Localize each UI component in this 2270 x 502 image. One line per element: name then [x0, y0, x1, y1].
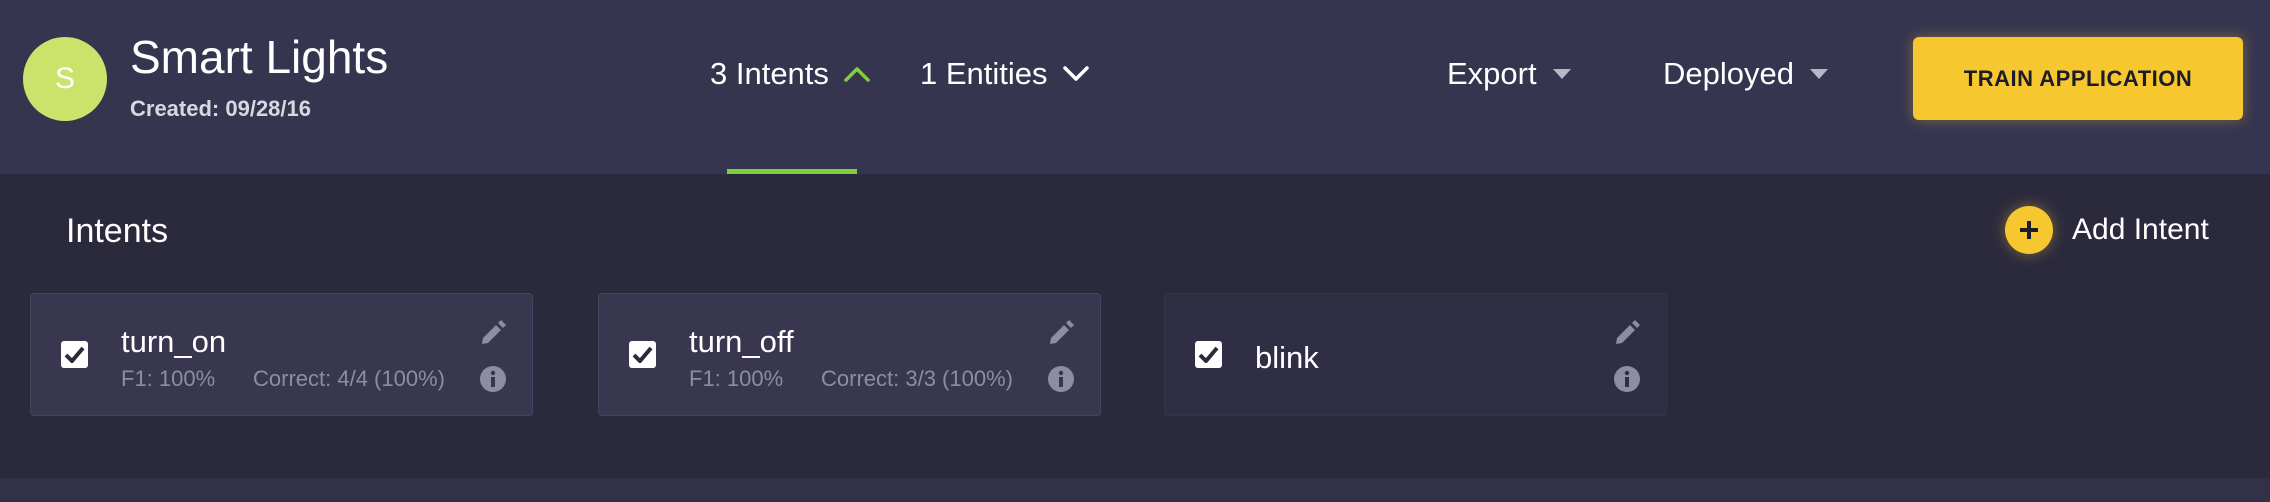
plus-icon: [2005, 206, 2053, 254]
section-title: Intents: [66, 212, 169, 250]
intent-card[interactable]: turn_on F1: 100% Correct: 4/4 (100%): [30, 293, 533, 416]
intent-name: blink: [1255, 340, 1319, 375]
intent-name: turn_on: [121, 324, 227, 359]
tab-entities[interactable]: 1 Entities: [920, 56, 1090, 92]
add-intent-label: Add Intent: [2072, 213, 2209, 246]
caret-down-icon: [1809, 69, 1828, 79]
bottom-divider: [0, 478, 2270, 502]
add-intent-button[interactable]: Add Intent: [2005, 206, 2209, 254]
info-icon[interactable]: [1613, 365, 1641, 393]
created-date: Created: 09/28/16: [130, 96, 311, 121]
app-header: S Smart Lights Created: 09/28/16 3 Inten…: [0, 0, 2270, 174]
intent-f1-score: F1: 100%: [121, 366, 216, 391]
tab-entities-label: 1 Entities: [920, 56, 1048, 91]
info-icon[interactable]: [479, 365, 507, 393]
intent-correct-count: Correct: 4/4 (100%): [253, 366, 445, 391]
intent-checkbox[interactable]: [61, 341, 88, 368]
tab-intents[interactable]: 3 Intents: [710, 56, 871, 92]
app-title: Smart Lights: [130, 31, 389, 83]
export-label: Export: [1447, 56, 1537, 91]
chevron-up-icon: [843, 65, 871, 83]
intent-card[interactable]: blink: [1164, 293, 1667, 416]
active-tab-indicator: [727, 169, 857, 174]
deployed-menu[interactable]: Deployed: [1663, 56, 1828, 92]
chevron-down-icon: [1062, 65, 1090, 83]
intent-name: turn_off: [689, 324, 794, 359]
info-icon[interactable]: [1047, 365, 1075, 393]
intent-checkbox[interactable]: [629, 341, 656, 368]
avatar: S: [23, 37, 107, 121]
intent-f1-score: F1: 100%: [689, 366, 784, 391]
intent-checkbox[interactable]: [1195, 341, 1222, 368]
caret-down-icon: [1552, 69, 1571, 79]
pencil-icon[interactable]: [1046, 318, 1076, 348]
intent-correct-count: Correct: 3/3 (100%): [821, 366, 1013, 391]
pencil-icon[interactable]: [1612, 318, 1642, 348]
page: S Smart Lights Created: 09/28/16 3 Inten…: [0, 0, 2270, 502]
deployed-label: Deployed: [1663, 56, 1794, 91]
train-application-button[interactable]: TRAIN APPLICATION: [1913, 37, 2243, 120]
tab-intents-label: 3 Intents: [710, 56, 829, 91]
intent-card[interactable]: turn_off F1: 100% Correct: 3/3 (100%): [598, 293, 1101, 416]
export-menu[interactable]: Export: [1447, 56, 1571, 92]
pencil-icon[interactable]: [478, 318, 508, 348]
